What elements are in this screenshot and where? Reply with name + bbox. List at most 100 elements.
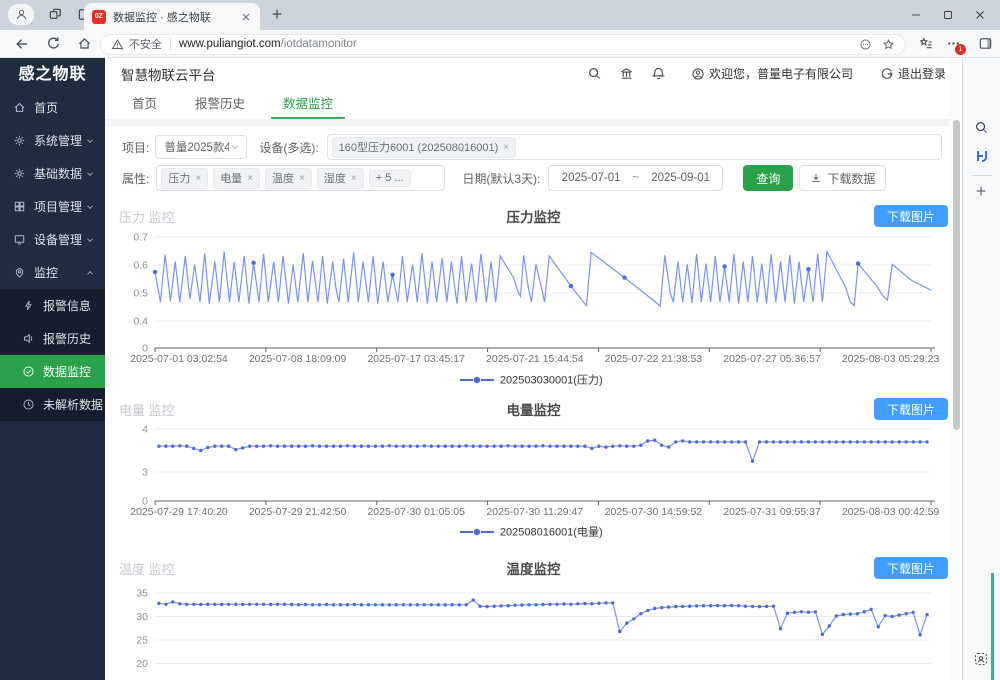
url-actions-icon[interactable] [859, 38, 872, 51]
svg-text:2025-07-21 15:44:54: 2025-07-21 15:44:54 [486, 353, 584, 365]
notifications-bell-icon[interactable] [651, 66, 666, 81]
app-header: 智慧物联云平台 欢迎您，普量电子有限公司 退出登录 [105, 58, 962, 89]
date-separator: ~ [633, 172, 640, 184]
sidebar-item-label: 项目管理 [34, 198, 82, 215]
main-content: 智慧物联云平台 欢迎您，普量电子有限公司 退出登录 首页报警历史数据监控 项目: [105, 58, 962, 680]
sidebar-item-system-manage[interactable]: 系统管理 [0, 124, 105, 157]
chart-section-temperature: 温度 监控温度监控下载图片35302520 [105, 556, 962, 680]
sidebar-item-home[interactable]: 首页 [0, 91, 105, 124]
sidebar-item-label: 设备管理 [34, 231, 82, 248]
back-icon[interactable] [14, 36, 30, 52]
filter-panel: 项目: 普量2025款4... 设备(多选): 160型压力6001 (2025… [105, 126, 962, 198]
sidebar-toggle-icon[interactable] [978, 36, 993, 51]
screen-capture-icon[interactable] [962, 651, 1000, 667]
svg-text:30: 30 [136, 611, 148, 623]
sidebar-item-device-manage[interactable]: 设备管理 [0, 223, 105, 256]
bookmark-star-icon[interactable] [882, 38, 895, 51]
sidebar-subitem-alarm-info[interactable]: 报警信息 [0, 289, 105, 322]
attribute-more-tag[interactable]: + 5 ... [369, 170, 411, 187]
download-image-button[interactable]: 下载图片 [874, 398, 948, 420]
workspaces-icon[interactable] [48, 7, 63, 22]
app-sidebar: 感之物联 首页系统管理基础数据项目管理设备管理监控报警信息报警历史数据监控未解析… [0, 58, 105, 680]
svg-text:2025-08-03 00:42:59: 2025-08-03 00:42:59 [842, 506, 940, 518]
address-bar[interactable]: 不安全 www.puliangiot.com /iotdatamonitor [100, 34, 906, 55]
organization-icon[interactable] [619, 66, 634, 81]
device-label: 设备(多选): [259, 139, 318, 156]
edge-sidebar-app-icon[interactable] [974, 148, 990, 164]
check-circle-icon [22, 365, 35, 378]
browser-window: 0Z 数据监控 · 感之物联 不安全 www.puliangiot.com /i… [0, 0, 1000, 680]
refresh-icon[interactable] [46, 36, 61, 51]
sidebar-nav: 首页系统管理基础数据项目管理设备管理监控报警信息报警历史数据监控未解析数据 [0, 91, 105, 421]
logout-button[interactable]: 退出登录 [880, 65, 946, 82]
download-image-button[interactable]: 下载图片 [874, 557, 948, 579]
chevron-down-icon [229, 141, 241, 153]
sidebar-submenu: 报警信息报警历史数据监控未解析数据 [0, 289, 105, 421]
tab-data-monitor[interactable]: 数据监控 [271, 89, 345, 119]
svg-text:2025-07-17 03:45:17: 2025-07-17 03:45:17 [367, 353, 465, 365]
device-tag: 160型压力6001 (202508016001) × [332, 137, 516, 158]
tag-close-icon[interactable]: × [503, 142, 509, 153]
query-button[interactable]: 查询 [743, 165, 793, 191]
sidebar-subitem-label: 报警历史 [43, 330, 91, 347]
sidebar-item-project-manage[interactable]: 项目管理 [0, 190, 105, 223]
svg-text:2025-07-29 21:42:50: 2025-07-29 21:42:50 [249, 506, 347, 518]
scrollbar-thumb[interactable] [953, 120, 960, 430]
browser-tab-strip: 0Z 数据监控 · 感之物联 [0, 0, 1000, 30]
sidebar-subitem-label: 未解析数据 [43, 396, 103, 413]
tag-close-icon[interactable]: × [247, 173, 253, 184]
logout-label: 退出登录 [898, 65, 946, 82]
window-maximize-button[interactable] [932, 0, 964, 30]
tab-alarm-history[interactable]: 报警历史 [183, 89, 257, 119]
browser-home-icon[interactable] [77, 36, 92, 51]
svg-text:2025-07-30 14:59:52: 2025-07-30 14:59:52 [605, 506, 703, 518]
svg-text:0.7: 0.7 [133, 232, 148, 244]
chart-canvas-pressure[interactable]: 0.70.60.50.402025-07-01 03:02:542025-07-… [119, 228, 944, 388]
sidebar-search-icon[interactable] [974, 120, 989, 135]
window-minimize-button[interactable] [900, 0, 932, 30]
attribute-tag: 湿度× [317, 168, 364, 189]
chart-legend[interactable]: 202508016001(电量) [460, 526, 603, 539]
not-secure-warning-icon[interactable] [111, 38, 124, 51]
welcome-user[interactable]: 欢迎您，普量电子有限公司 [691, 65, 853, 82]
tag-close-icon[interactable]: × [299, 173, 305, 184]
device-multiselect[interactable]: 160型压力6001 (202508016001) × [327, 134, 942, 160]
window-close-button[interactable] [964, 0, 996, 30]
sidebar-item-basic-data[interactable]: 基础数据 [0, 157, 105, 190]
svg-text:2025-07-01 03:02:54: 2025-07-01 03:02:54 [130, 353, 228, 365]
site-favicon: 0Z [92, 10, 106, 24]
browser-tab[interactable]: 0Z 数据监控 · 感之物联 [84, 3, 260, 30]
svg-text:20: 20 [136, 658, 148, 670]
tab-home[interactable]: 首页 [120, 89, 169, 119]
sidebar-item-monitor[interactable]: 监控 [0, 256, 105, 289]
page-scrollbar[interactable] [950, 58, 962, 680]
browser-more-icon[interactable] [946, 36, 961, 51]
grid-icon [13, 200, 26, 213]
sidebar-subitem-data-monitor[interactable]: 数据监控 [0, 355, 105, 388]
sidebar-item-label: 基础数据 [34, 165, 82, 182]
sidebar-add-icon[interactable] [974, 184, 988, 198]
sidebar-subitem-alarm-history[interactable]: 报警历史 [0, 322, 105, 355]
browser-profile-button[interactable] [8, 4, 34, 25]
chart-canvas-temperature[interactable]: 35302520 [119, 580, 944, 680]
chevron-down-icon [85, 136, 95, 146]
attribute-tag-label: 温度 [272, 170, 294, 186]
chart-header-temperature: 温度 监控温度监控下载图片 [105, 556, 962, 580]
attribute-multiselect[interactable]: 压力×电量×温度×湿度×+ 5 ... [156, 165, 445, 191]
attribute-tag-label: 压力 [168, 170, 190, 186]
date-range-input[interactable]: 2025-07-01 ~ 2025-09-01 [548, 165, 723, 191]
tag-close-icon[interactable]: × [195, 173, 201, 184]
new-tab-icon[interactable] [270, 7, 284, 21]
tag-close-icon[interactable]: × [351, 173, 357, 184]
search-icon[interactable] [587, 66, 602, 81]
chart-canvas-battery[interactable]: 4302025-07-29 17:40:202025-07-29 21:42:5… [119, 421, 944, 541]
download-data-button[interactable]: 下载数据 [799, 165, 886, 191]
device-tag-label: 160型压力6001 (202508016001) [339, 139, 499, 155]
favorites-collections-icon[interactable] [918, 36, 933, 51]
tab-close-icon[interactable] [240, 11, 252, 23]
date-start-value: 2025-07-01 [562, 172, 621, 184]
chart-legend[interactable]: 202503030001(压力) [460, 374, 603, 387]
download-image-button[interactable]: 下载图片 [874, 205, 948, 227]
sidebar-subitem-unparsed-data[interactable]: 未解析数据 [0, 388, 105, 421]
project-select[interactable]: 普量2025款4... [155, 135, 247, 159]
